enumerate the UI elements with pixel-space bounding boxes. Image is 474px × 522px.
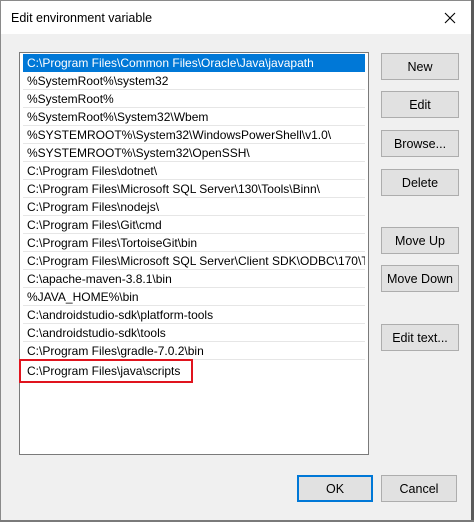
list-item[interactable]: C:\Program Files\Microsoft SQL Server\Cl… [23,252,365,270]
list-item[interactable]: C:\Program Files\gradle-7.0.2\bin [23,342,365,360]
new-button[interactable]: New [381,53,459,80]
cancel-button[interactable]: Cancel [381,475,457,502]
close-icon [444,12,456,23]
list-item[interactable]: C:\Program Files\TortoiseGit\bin [23,234,365,252]
list-item[interactable]: C:\Program Files\Common Files\Oracle\Jav… [23,54,365,72]
list-item[interactable]: C:\Program Files\dotnet\ [23,162,365,180]
list-item-highlighted[interactable]: C:\Program Files\java\scripts [19,359,193,383]
list-item[interactable]: C:\Program Files\Git\cmd [23,216,365,234]
path-list[interactable]: C:\Program Files\Common Files\Oracle\Jav… [19,52,369,455]
list-item[interactable]: C:\apache-maven-3.8.1\bin [23,270,365,288]
edit-text-button[interactable]: Edit text... [381,324,459,351]
move-up-button[interactable]: Move Up [381,227,459,254]
list-item[interactable]: C:\androidstudio-sdk\platform-tools [23,306,365,324]
browse-button[interactable]: Browse... [381,130,459,157]
ok-button[interactable]: OK [297,475,373,502]
list-item[interactable]: %JAVA_HOME%\bin [23,288,365,306]
move-down-button[interactable]: Move Down [381,265,459,292]
list-item[interactable]: C:\androidstudio-sdk\tools [23,324,365,342]
list-item[interactable]: C:\Program Files\Microsoft SQL Server\13… [23,180,365,198]
delete-button[interactable]: Delete [381,169,459,196]
list-item[interactable]: %SystemRoot%\System32\Wbem [23,108,365,126]
edit-environment-variable-dialog: Edit environment variable C:\Program Fil… [0,0,474,522]
edit-button[interactable]: Edit [381,91,459,118]
window-title: Edit environment variable [11,11,153,25]
list-item[interactable]: %SYSTEMROOT%\System32\WindowsPowerShell\… [23,126,365,144]
list-item[interactable]: %SYSTEMROOT%\System32\OpenSSH\ [23,144,365,162]
list-item[interactable]: %SystemRoot%\system32 [23,72,365,90]
title-bar: Edit environment variable [1,1,473,34]
list-item[interactable]: %SystemRoot% [23,90,365,108]
list-item[interactable]: C:\Program Files\nodejs\ [23,198,365,216]
close-button[interactable] [427,1,473,34]
